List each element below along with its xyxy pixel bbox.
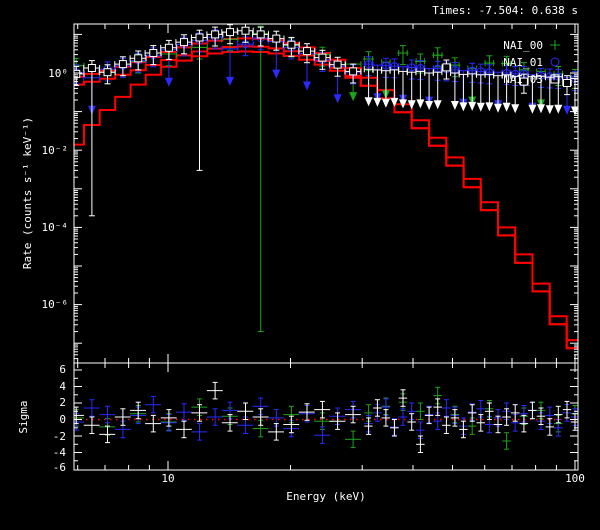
stick--2: -2 xyxy=(53,430,66,443)
stick--4: -4 xyxy=(53,446,67,459)
count-spectrum-plot: Times: -7.504: 0.638 s NAI_00 NAI_01 NAI… xyxy=(0,0,600,526)
legend-label-nai00: NAI_00 xyxy=(503,39,543,52)
spectral-fit-window: Times: -7.504: 0.638 s NAI_00 NAI_01 NAI… xyxy=(0,0,600,526)
legend-label-nai03: NAI_03 xyxy=(503,73,543,86)
xtick-10: 10 xyxy=(161,472,174,485)
y-axis-label: Rate (counts s⁻¹ keV⁻¹) xyxy=(21,117,34,269)
stick-2: 2 xyxy=(59,396,66,409)
legend-label-nai01: NAI_01 xyxy=(503,56,543,69)
plot-title: Times: -7.504: 0.638 s xyxy=(432,4,578,17)
ytick-1e-4: 10⁻⁴ xyxy=(42,221,69,234)
stick-6: 6 xyxy=(59,363,66,376)
ytick-1e0: 10⁰ xyxy=(48,67,68,80)
ytick-1e-2: 10⁻² xyxy=(42,144,69,157)
xtick-100: 100 xyxy=(565,472,585,485)
sigma-axis-label: Sigma xyxy=(17,400,30,433)
stick--6: -6 xyxy=(53,461,66,474)
stick-4: 4 xyxy=(59,380,66,393)
stick-0: 0 xyxy=(59,413,66,426)
x-axis-label: Energy (keV) xyxy=(286,490,365,503)
ytick-1e-6: 10⁻⁶ xyxy=(42,298,69,311)
